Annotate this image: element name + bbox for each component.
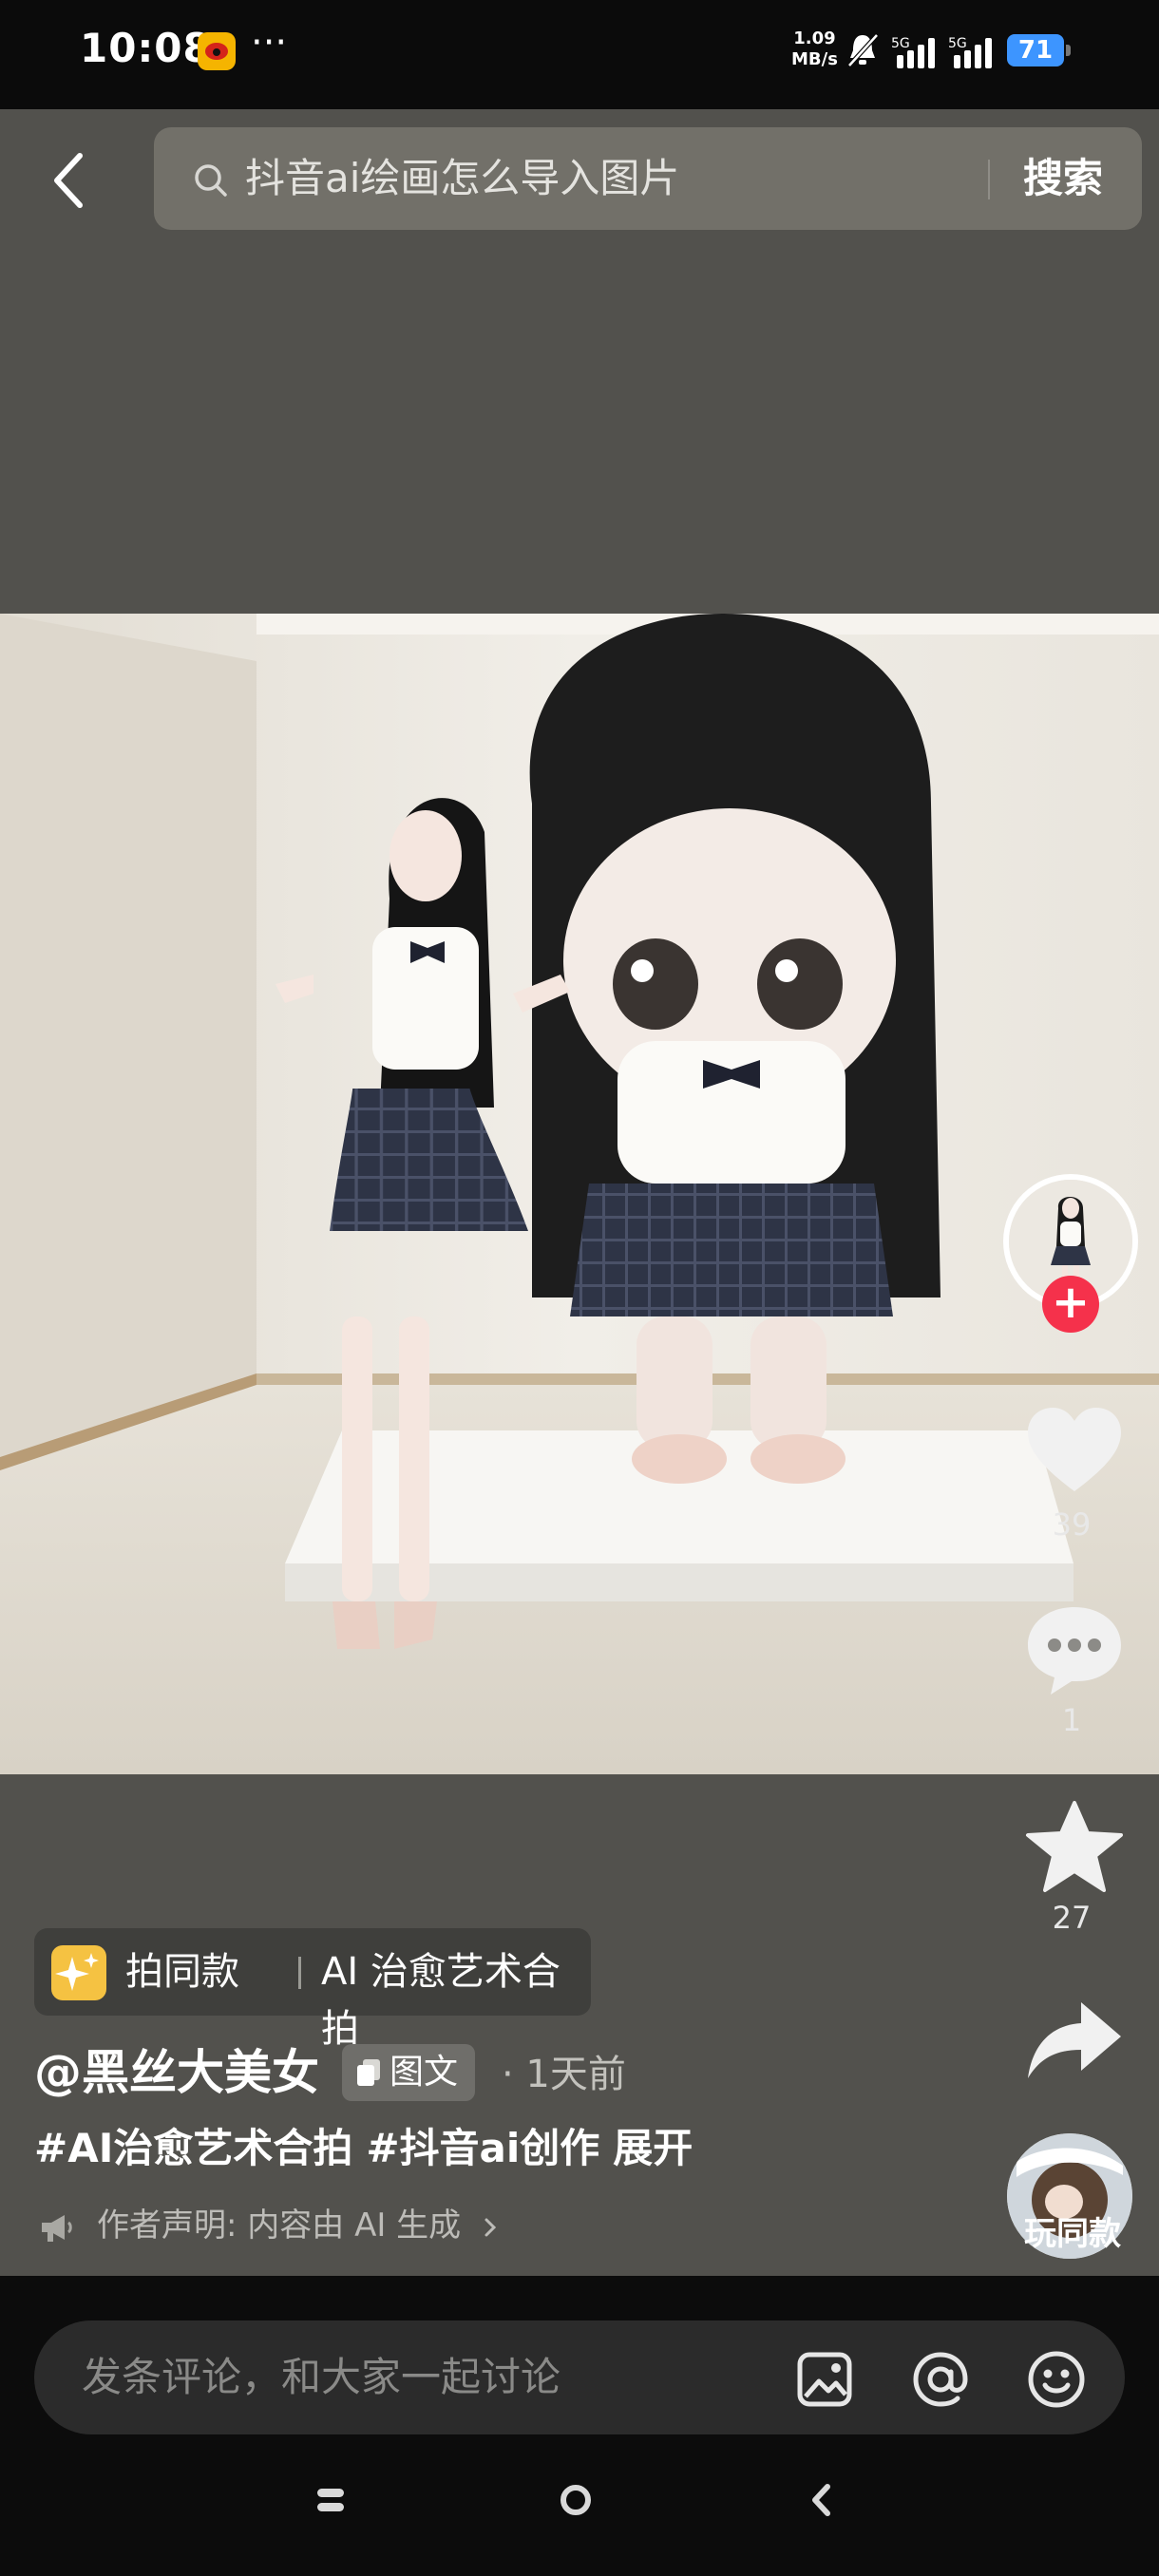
emoji-icon[interactable] (1026, 2349, 1087, 2410)
search-button[interactable]: 搜索 (1023, 150, 1103, 207)
network-speed: 1.09 MB/s (791, 28, 838, 70)
star-icon[interactable] (1022, 1799, 1127, 1894)
template-title: AI 治愈艺术合拍 (321, 1950, 560, 2051)
search-bar[interactable]: 抖音ai绘画怎么导入图片 搜索 (154, 127, 1142, 230)
declaration-text: 作者声明: 内容由 AI 生成 (97, 2207, 462, 2245)
plus-icon: + (1051, 1276, 1091, 1329)
at-icon[interactable] (910, 2349, 971, 2410)
template-pill[interactable]: 拍同款 AI 治愈艺术合拍 (34, 1928, 591, 2051)
signal-1-icon: 5G (891, 36, 935, 68)
image-icon[interactable] (794, 2349, 855, 2410)
play-same-label[interactable]: 玩同款 (1001, 2211, 1144, 2257)
hashtag-link[interactable]: #AI治愈艺术合拍 (34, 2125, 352, 2171)
more-notifications-icon: ··· (251, 21, 288, 65)
author-name[interactable]: @黑丝大美女 (34, 2040, 319, 2105)
home-nav-icon[interactable] (557, 2481, 595, 2519)
like-count: 39 (1052, 1506, 1092, 1543)
back-nav-icon[interactable] (803, 2481, 841, 2519)
mute-bell-icon (847, 33, 879, 67)
comment-input[interactable]: 发条评论，和大家一起讨论 (34, 2320, 1125, 2434)
chevron-right-icon (484, 2218, 497, 2236)
back-arrow-icon[interactable] (38, 142, 104, 218)
post-type-label: 图文 (390, 2053, 459, 2092)
megaphone-icon (42, 2215, 72, 2242)
battery-icon: 71 (1007, 34, 1064, 66)
favorite-count: 27 (1052, 1900, 1092, 1936)
weibo-icon (198, 32, 236, 70)
status-bar: 10:08 ··· 1.09 MB/s 5G 5G 71 (0, 0, 1159, 109)
comment-icon[interactable] (1022, 1601, 1127, 1696)
post-image[interactable] (0, 614, 1159, 1774)
template-label: 拍同款 (125, 1950, 239, 1994)
pill-divider (298, 1957, 301, 1989)
search-icon (195, 164, 227, 197)
comment-placeholder: 发条评论，和大家一起讨论 (82, 2354, 561, 2400)
status-time: 10:08 (80, 25, 212, 71)
network-speed-value: 1.09 (793, 28, 836, 48)
hashtags: #AI治愈艺术合拍 #抖音ai创作 展开 (34, 2120, 706, 2177)
signal-2-icon: 5G (948, 36, 992, 68)
search-input[interactable]: 抖音ai绘画怎么导入图片 (245, 150, 679, 207)
post-time: · 1天前 (502, 2053, 626, 2096)
post-type-badge: 图文 (342, 2044, 475, 2101)
follow-button[interactable]: + (1042, 1276, 1099, 1333)
hashtag-link[interactable]: #抖音ai创作 (366, 2125, 599, 2171)
comment-count: 1 (1061, 1702, 1082, 1738)
image-post-icon (357, 2059, 380, 2086)
heart-icon[interactable] (1022, 1404, 1127, 1499)
svg-text:5G: 5G (948, 36, 967, 51)
network-speed-unit: MB/s (791, 49, 838, 69)
sparkle-icon (51, 1945, 106, 2000)
battery-level: 71 (1017, 36, 1054, 65)
battery-tip (1066, 45, 1071, 56)
search-divider (988, 160, 990, 199)
share-icon[interactable] (1022, 1993, 1127, 2088)
expand-button[interactable]: 展开 (613, 2125, 693, 2171)
menu-nav-icon[interactable] (312, 2481, 350, 2519)
svg-text:5G: 5G (891, 36, 910, 51)
